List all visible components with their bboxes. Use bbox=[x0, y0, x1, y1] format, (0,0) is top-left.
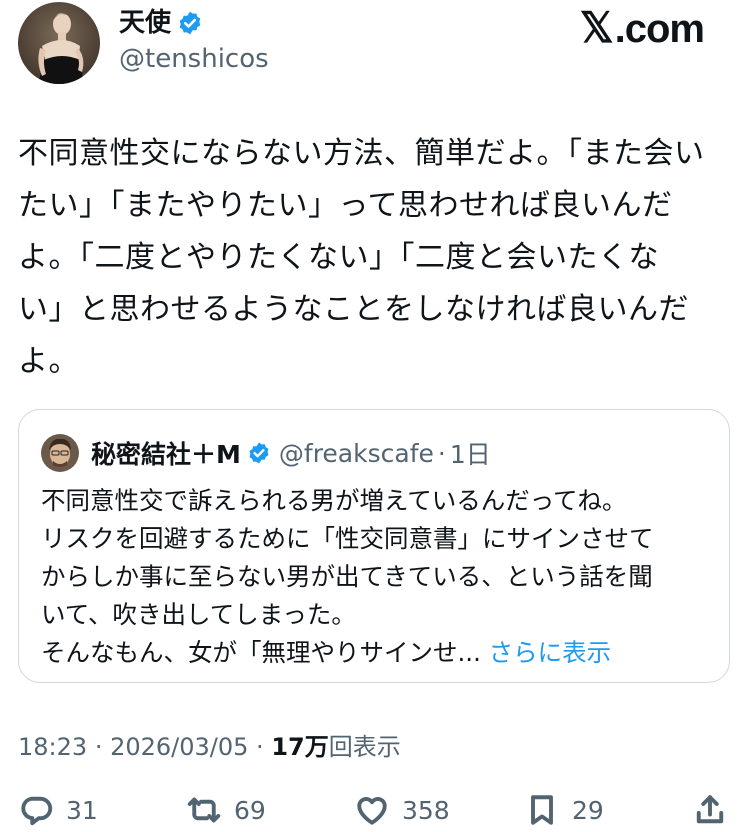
repost-count: 69 bbox=[234, 795, 266, 825]
meta-separator: · bbox=[94, 733, 111, 761]
author-handle[interactable]: @tenshicos bbox=[119, 42, 269, 76]
views-label: 回表示 bbox=[328, 733, 401, 761]
bookmark-icon bbox=[531, 795, 553, 825]
quoted-tweet-header: 秘密結社＋M @freakscafe · 1日 bbox=[91, 436, 491, 470]
speech-bubble-icon bbox=[21, 796, 53, 826]
quoted-author-avatar[interactable] bbox=[41, 434, 79, 472]
share-upload-icon bbox=[696, 795, 724, 824]
like-button[interactable]: 358 bbox=[354, 788, 450, 832]
verified-badge-icon bbox=[179, 11, 201, 35]
tweet-text: 不同意性交にならない方法、簡単だよ。「また会い たい」「またやりたい」って思わせ… bbox=[18, 136, 705, 379]
show-more-link[interactable]: さらに表示 bbox=[489, 638, 612, 667]
heart-icon bbox=[357, 797, 387, 825]
x-logo-icon: 𝕏 bbox=[579, 4, 614, 51]
meta-separator: · bbox=[256, 733, 272, 761]
bookmark-count: 29 bbox=[572, 795, 604, 825]
x-com-watermark: 𝕏.com bbox=[579, 4, 705, 52]
repost-button[interactable]: 69 bbox=[186, 788, 266, 832]
views-count: 17万 bbox=[271, 733, 329, 761]
separator-dot: · bbox=[437, 438, 446, 468]
reply-button[interactable]: 31 bbox=[18, 788, 98, 832]
repost-arrows-icon bbox=[187, 797, 221, 823]
share-button[interactable] bbox=[692, 788, 740, 832]
quoted-tweet-text: 不同意性交で訴えられる男が増えているんだってね。 リスクを回避するために「性交同… bbox=[41, 482, 711, 672]
quoted-tweet-time[interactable]: 1日 bbox=[450, 435, 491, 471]
quoted-author-display-name[interactable]: 秘密結社＋M bbox=[91, 435, 241, 471]
author-avatar[interactable] bbox=[18, 2, 100, 84]
reply-count: 31 bbox=[66, 795, 98, 825]
quoted-tweet-card[interactable]: 秘密結社＋M @freakscafe · 1日 不同意性交で訴えられる男が増えて… bbox=[18, 409, 730, 683]
tweet-action-bar: 31 69 358 29 bbox=[0, 788, 750, 832]
tweet-date[interactable]: 2026/03/05 bbox=[110, 733, 248, 761]
tweet-time[interactable]: 18:23 bbox=[18, 733, 87, 761]
verified-badge-icon bbox=[249, 442, 269, 464]
like-count: 358 bbox=[402, 795, 450, 825]
x-com-label: .com bbox=[614, 7, 705, 51]
author-name-row: 天使 bbox=[119, 6, 203, 40]
bookmark-button[interactable]: 29 bbox=[524, 788, 604, 832]
quoted-author-handle[interactable]: @freakscafe bbox=[279, 439, 434, 468]
author-display-name[interactable]: 天使 bbox=[119, 6, 171, 40]
tweet-meta: 18:23 · 2026/03/05 · 17万回表示 bbox=[18, 730, 401, 764]
